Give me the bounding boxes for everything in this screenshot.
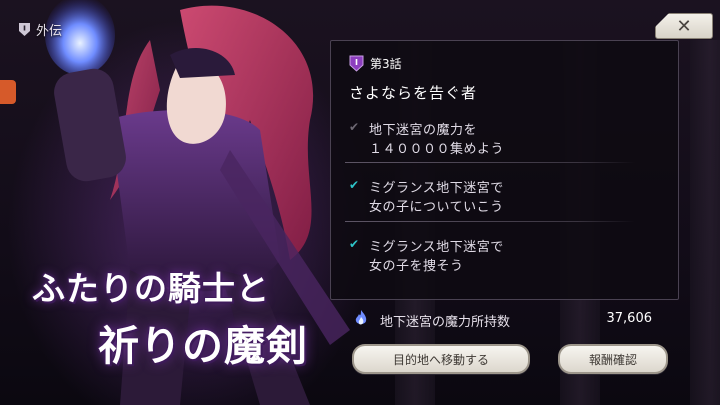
chapter-label: 第3話 <box>370 57 402 71</box>
flame-icon <box>355 310 367 325</box>
side-story-label: 外伝 <box>36 24 63 39</box>
shield-icon <box>19 23 30 36</box>
task-text-line1: 地下迷宮の魔力を <box>369 123 478 138</box>
quest-title: さよならを告ぐ者 <box>349 84 478 102</box>
move-to-destination-button[interactable]: 目的地へ移動する <box>352 344 530 374</box>
side-story-tag: 外伝 <box>18 20 62 39</box>
task-text-line2: １４００００集めよう <box>369 142 505 157</box>
quest-panel: 第3話 さよならを告ぐ者 ✔ 地下迷宮の魔力を １４００００集めよう ✔ ミグラ… <box>330 40 679 300</box>
background-pillar <box>690 40 720 405</box>
task-divider <box>345 162 635 163</box>
mana-value: 37,606 <box>606 311 653 326</box>
chapter-header: 第3話 <box>349 55 402 72</box>
mana-label: 地下迷宮の魔力所持数 <box>380 315 511 330</box>
check-icon: ✔ <box>349 237 360 251</box>
story-title-logo: ふたりの騎士と 祈りの魔剣 <box>28 262 328 382</box>
close-icon: ✕ <box>676 15 692 37</box>
view-rewards-button[interactable]: 報酬確認 <box>558 344 668 374</box>
task-text-line2: 女の子についていこう <box>369 200 504 215</box>
quest-task: ✔ 地下迷宮の魔力を １４００００集めよう <box>349 119 639 171</box>
story-title-line1: ふたりの騎士と <box>32 269 270 308</box>
task-text-line2: 女の子を捜そう <box>369 259 464 274</box>
check-icon: ✔ <box>349 178 360 192</box>
quest-footer: 地下迷宮の魔力所持数 37,606 目的地へ移動する 報酬確認 <box>330 298 677 388</box>
story-title-line2: 祈りの魔剣 <box>98 322 308 370</box>
task-text-line1: ミグランス地下迷宮で <box>369 181 504 196</box>
mana-counter: 地下迷宮の魔力所持数 37,606 <box>354 309 664 330</box>
chapter-badge-icon <box>349 55 364 72</box>
side-menu-tab[interactable] <box>0 80 16 104</box>
task-text-line1: ミグランス地下迷宮で <box>369 240 504 255</box>
task-divider <box>345 221 635 222</box>
check-icon: ✔ <box>349 120 360 134</box>
quest-task: ✔ ミグランス地下迷宮で 女の子を捜そう <box>349 236 639 288</box>
